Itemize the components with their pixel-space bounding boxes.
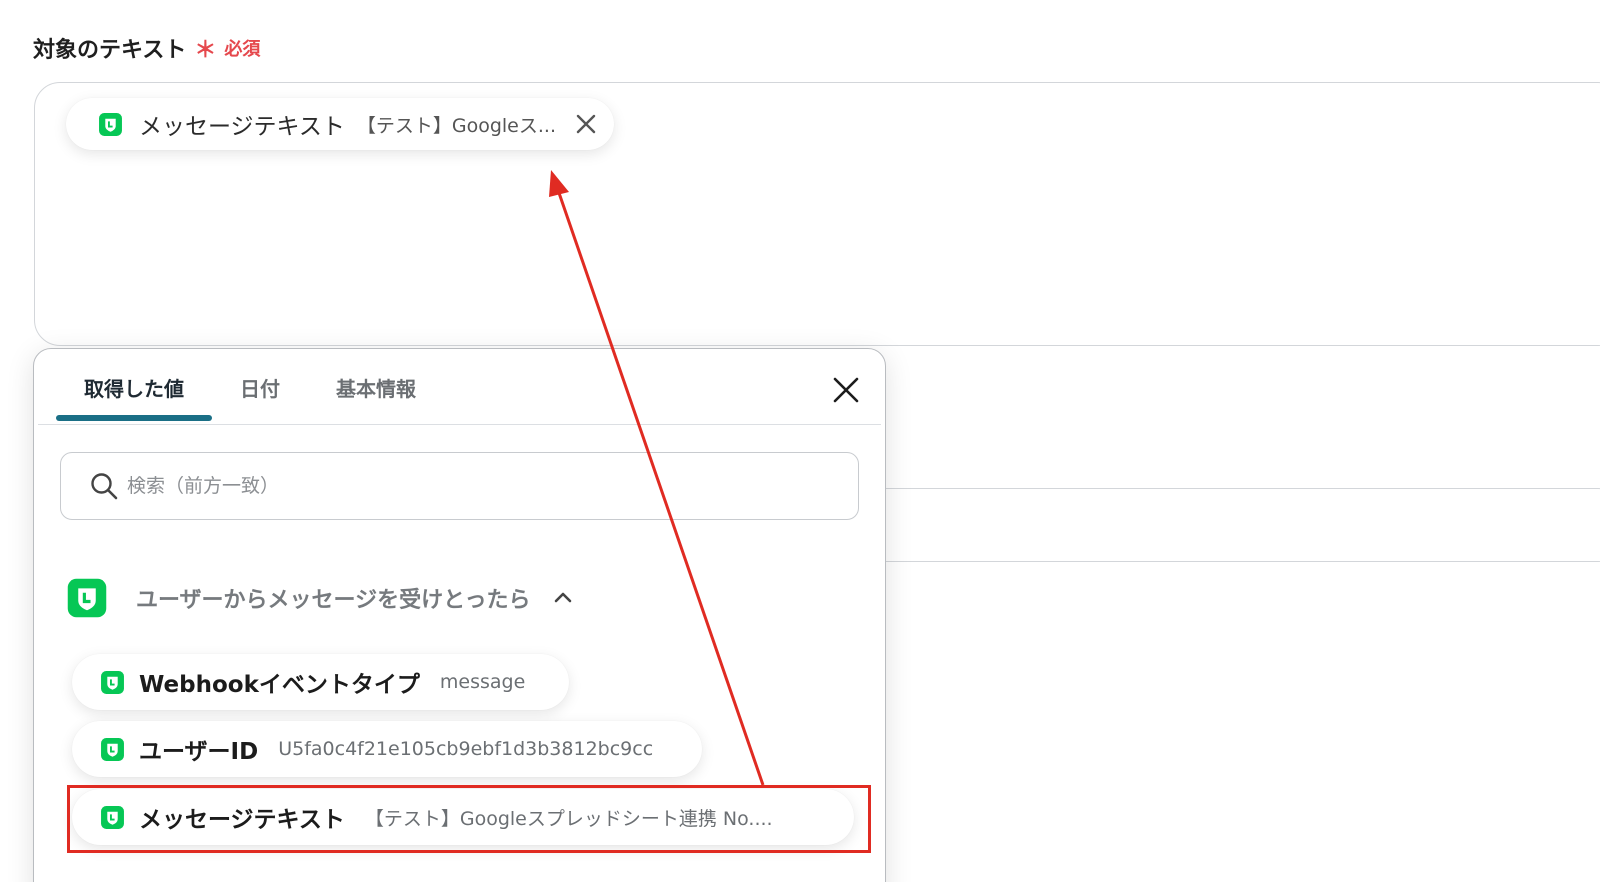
chip-value: message [439, 671, 526, 693]
search-input[interactable] [125, 474, 829, 498]
search-icon [89, 471, 119, 501]
trigger-group-header[interactable]: ユーザーからメッセージを受けとったら [66, 577, 574, 619]
search-field[interactable] [60, 452, 859, 520]
value-chip-webhook-event-type[interactable]: Webhookイベントタイプ message [72, 654, 569, 710]
line-app-icon [66, 577, 108, 619]
inserted-value-chip[interactable]: メッセージテキスト 【テスト】Googleス... [66, 98, 614, 150]
tab-basic-info[interactable]: 基本情報 [336, 373, 416, 402]
chevron-up-icon[interactable] [552, 587, 574, 609]
next-field-input[interactable] [860, 488, 1600, 562]
page: 対象のテキスト ＊ 必須 メッセージテキスト 【テスト】Googleス... 取… [0, 0, 1600, 882]
group-title: ユーザーからメッセージを受けとったら [136, 588, 531, 613]
chip-name: メッセージテキスト [139, 114, 345, 140]
line-app-icon [98, 112, 123, 137]
line-app-icon [100, 670, 125, 695]
chip-name: Webhookイベントタイプ [139, 672, 420, 698]
required-text: 必須 [224, 39, 261, 60]
tab-date[interactable]: 日付 [240, 373, 280, 402]
line-app-icon [100, 737, 125, 762]
chip-name: メッセージテキスト [139, 807, 345, 833]
close-icon[interactable] [831, 375, 861, 405]
active-tab-indicator [56, 415, 212, 421]
chip-value: U5fa0c4f21e105cb9ebf1d3b3812bc9cc [278, 738, 654, 760]
value-picker-panel: 取得した値 日付 基本情報 ユーザーからメッセージを受けとったら [33, 348, 886, 882]
tab-bar: 取得した値 日付 基本情報 [38, 349, 881, 425]
chip-value: 【テスト】Googleス... [356, 114, 556, 137]
field-label-target-text: 対象のテキスト ＊ 必須 [33, 32, 260, 64]
field-label-text: 対象のテキスト [33, 38, 187, 63]
chip-name: ユーザーID [139, 739, 259, 765]
value-chip-user-id[interactable]: ユーザーID U5fa0c4f21e105cb9ebf1d3b3812bc9cc [72, 721, 702, 777]
value-chip-message-text[interactable]: メッセージテキスト 【テスト】Googleスプレッドシート連携 No.... [72, 789, 854, 845]
chip-value: 【テスト】Googleスプレッドシート連携 No.... [364, 807, 773, 830]
required-star: ＊ [194, 38, 217, 63]
close-icon[interactable] [572, 110, 600, 138]
line-app-icon [100, 805, 125, 830]
tab-retrieved-values[interactable]: 取得した値 [84, 373, 184, 402]
